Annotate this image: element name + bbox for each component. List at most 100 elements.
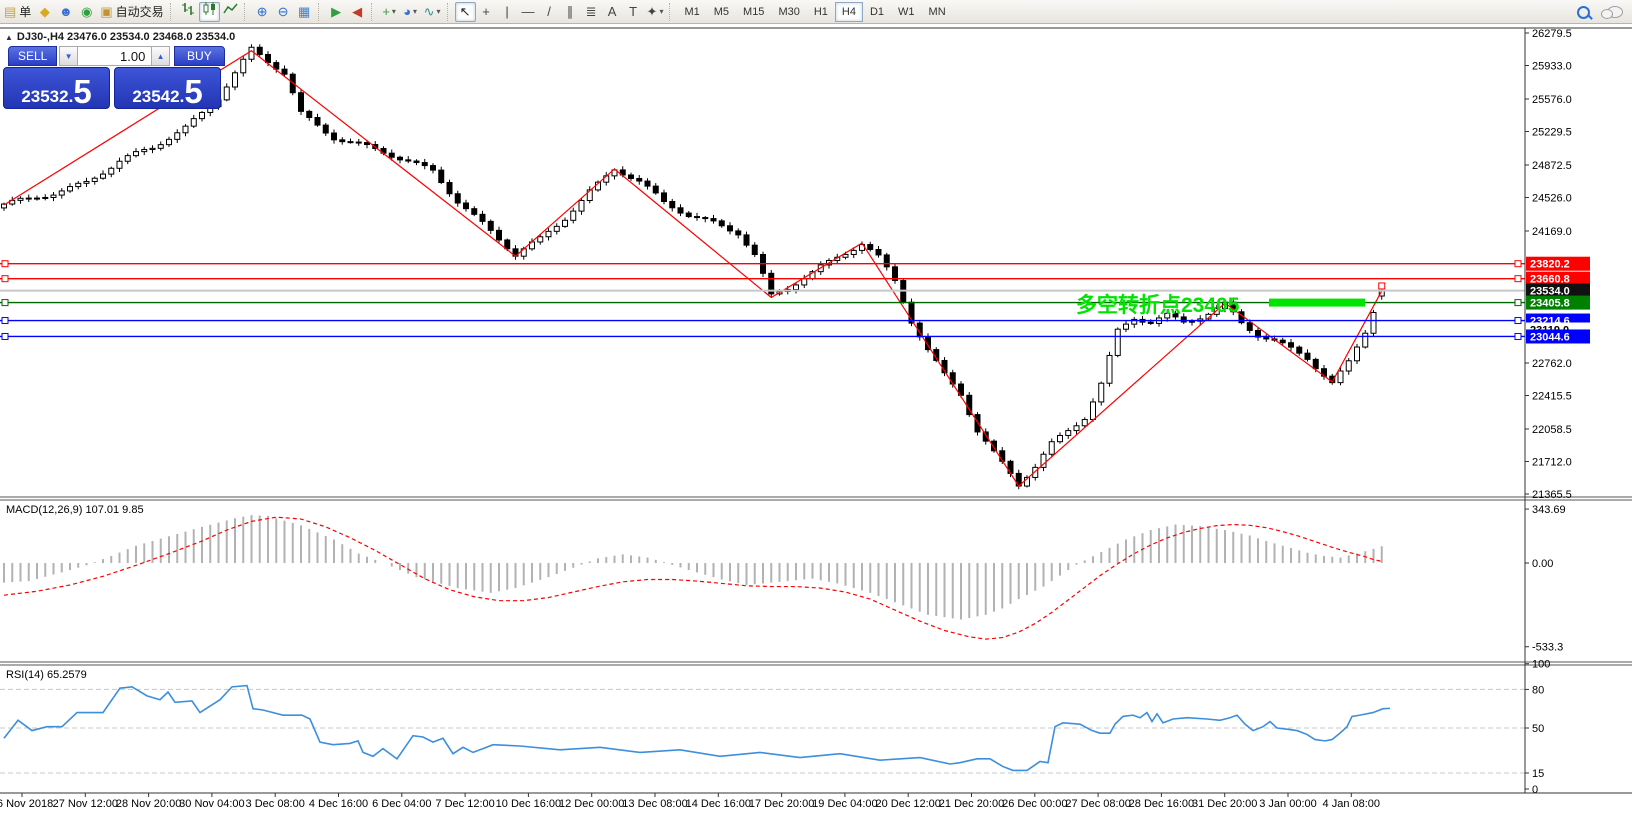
line-handle[interactable] <box>2 276 8 282</box>
candle-body <box>1297 347 1302 353</box>
sell-price-frac: 5 <box>73 78 91 105</box>
candle-body <box>76 183 81 186</box>
toolbar: ▤单◆☻◉▣自动交易 ⊕⊖▦ ▶◀ +▾◕▾∿▾ ↖+|—/∥≣ AT✦▾ M1M5M15… <box>0 0 1632 24</box>
line-handle[interactable] <box>1515 318 1521 324</box>
cursor-icon: ↖ <box>460 2 471 22</box>
bar-chart-button[interactable] <box>178 2 199 22</box>
trendline-button[interactable]: / <box>539 2 560 22</box>
candle-body <box>1066 431 1071 436</box>
search-button[interactable] <box>1573 2 1594 22</box>
line-handle[interactable] <box>1515 300 1521 306</box>
time-axis-tick-label: 6 Dec 04:00 <box>372 798 431 810</box>
text-icon: A <box>608 2 617 22</box>
highlight-bar[interactable] <box>1269 299 1365 307</box>
zoom-in-button[interactable]: ⊕ <box>252 2 273 22</box>
volume-decrease-button[interactable]: ▼ <box>59 46 77 66</box>
candle-body <box>1099 383 1104 402</box>
volume-input[interactable]: 1.00 <box>78 46 152 66</box>
line-handle[interactable] <box>2 300 8 306</box>
line-handle[interactable] <box>2 318 8 324</box>
macd-label: MACD(12,26,9) 107.01 9.85 <box>6 504 144 516</box>
candle-body <box>18 198 23 200</box>
toolbar-separator <box>371 3 376 21</box>
candle-body <box>299 93 304 112</box>
time-axis-tick-label: 21 Dec 20:00 <box>939 798 1004 810</box>
cursor-button[interactable]: ↖ <box>455 2 476 22</box>
indicators-button[interactable]: ∿▾ <box>421 2 444 22</box>
candle-body <box>447 183 452 194</box>
signal-button[interactable]: ◉ <box>76 2 97 22</box>
new-chart-button[interactable]: +▾ <box>379 2 400 22</box>
chart-canvas[interactable]: 23820.223660.823534.023405.823214.623119… <box>0 0 1632 814</box>
price-axis-tick-label: 22415.5 <box>1532 390 1572 402</box>
chat-button[interactable] <box>1604 2 1626 22</box>
text-button[interactable]: A <box>602 2 623 22</box>
annotation-text[interactable]: 多空转折点23405 <box>1076 293 1240 317</box>
new-order-icon: ▤ <box>4 2 16 22</box>
rsi-axis-tick-label: 50 <box>1532 723 1544 735</box>
time-axis-tick-label: 28 Nov 20:00 <box>116 798 181 810</box>
gold-button[interactable]: ◆ <box>34 2 55 22</box>
tile-windows-button[interactable]: ▦ <box>294 2 315 22</box>
candle-body <box>348 142 353 143</box>
candle-body <box>101 174 106 178</box>
buy-button[interactable]: BUY <box>174 46 225 66</box>
vertical-line-button[interactable]: | <box>497 2 518 22</box>
new-order-button[interactable]: ▤单 <box>1 2 34 22</box>
tab-timeframe-W1[interactable]: W1 <box>891 2 922 22</box>
price-axis-tick-label: 24169.0 <box>1532 226 1572 238</box>
tab-timeframe-M1[interactable]: M1 <box>677 2 706 22</box>
tab-timeframe-H1[interactable]: H1 <box>807 2 835 22</box>
line-handle[interactable] <box>1515 276 1521 282</box>
tab-timeframe-MN[interactable]: MN <box>922 2 953 22</box>
tab-timeframe-M5[interactable]: M5 <box>707 2 736 22</box>
signal-icon: ◉ <box>81 2 92 22</box>
zigzag-handle[interactable] <box>1379 283 1385 289</box>
candle-body <box>1058 435 1063 441</box>
line-chart-button[interactable] <box>220 2 241 22</box>
candle-body <box>356 142 361 143</box>
line-handle[interactable] <box>2 261 8 267</box>
candlestick-chart-icon <box>202 1 217 22</box>
candle-body <box>84 181 89 183</box>
fibonacci-button[interactable]: ≣ <box>581 2 602 22</box>
candle-body <box>233 73 238 87</box>
line-handle[interactable] <box>1515 333 1521 339</box>
time-axis-tick-label: 13 Dec 08:00 <box>622 798 687 810</box>
volume-increase-button[interactable]: ▲ <box>151 46 169 66</box>
label-button[interactable]: T <box>623 2 644 22</box>
sell-button[interactable]: SELL <box>8 46 57 66</box>
candle-body <box>43 197 48 198</box>
chart-shift-button[interactable]: ◀ <box>347 2 368 22</box>
candle-body <box>637 178 642 181</box>
tab-timeframe-D1[interactable]: D1 <box>863 2 891 22</box>
candle-body <box>876 249 881 254</box>
candle-body <box>323 125 328 133</box>
tab-timeframe-M15[interactable]: M15 <box>736 2 771 22</box>
tab-timeframe-H4[interactable]: H4 <box>835 2 863 22</box>
candle-body <box>191 119 196 127</box>
period-clock-icon: ◕ <box>403 2 411 22</box>
tab-timeframe-M30[interactable]: M30 <box>771 2 806 22</box>
channel-button[interactable]: ∥ <box>560 2 581 22</box>
candlestick-chart-button[interactable] <box>199 2 220 22</box>
shapes-icon: ✦ <box>647 2 658 22</box>
auto-scroll-button[interactable]: ▶ <box>326 2 347 22</box>
crosshair-button[interactable]: + <box>476 2 497 22</box>
time-axis-tick-label: 4 Jan 08:00 <box>1323 798 1381 810</box>
one-click-collapse-icon[interactable]: ▲ <box>5 33 13 42</box>
zoom-out-button[interactable]: ⊖ <box>273 2 294 22</box>
sell-price-box[interactable]: 23532.5 <box>3 67 110 109</box>
shapes-button[interactable]: ✦▾ <box>644 2 667 22</box>
line-handle[interactable] <box>1515 261 1521 267</box>
candle-body <box>1264 337 1269 339</box>
profile-button[interactable]: ☻ <box>55 2 76 22</box>
candle-body <box>1280 340 1285 343</box>
buy-price-main: 23542 <box>132 88 179 105</box>
autotrading-button[interactable]: ▣自动交易 <box>97 2 166 22</box>
horizontal-line-button[interactable]: — <box>518 2 539 22</box>
buy-price-box[interactable]: 23542.5 <box>114 67 221 109</box>
toolbar-separator <box>244 3 249 21</box>
line-handle[interactable] <box>2 333 8 339</box>
period-clock-button[interactable]: ◕▾ <box>400 2 421 22</box>
